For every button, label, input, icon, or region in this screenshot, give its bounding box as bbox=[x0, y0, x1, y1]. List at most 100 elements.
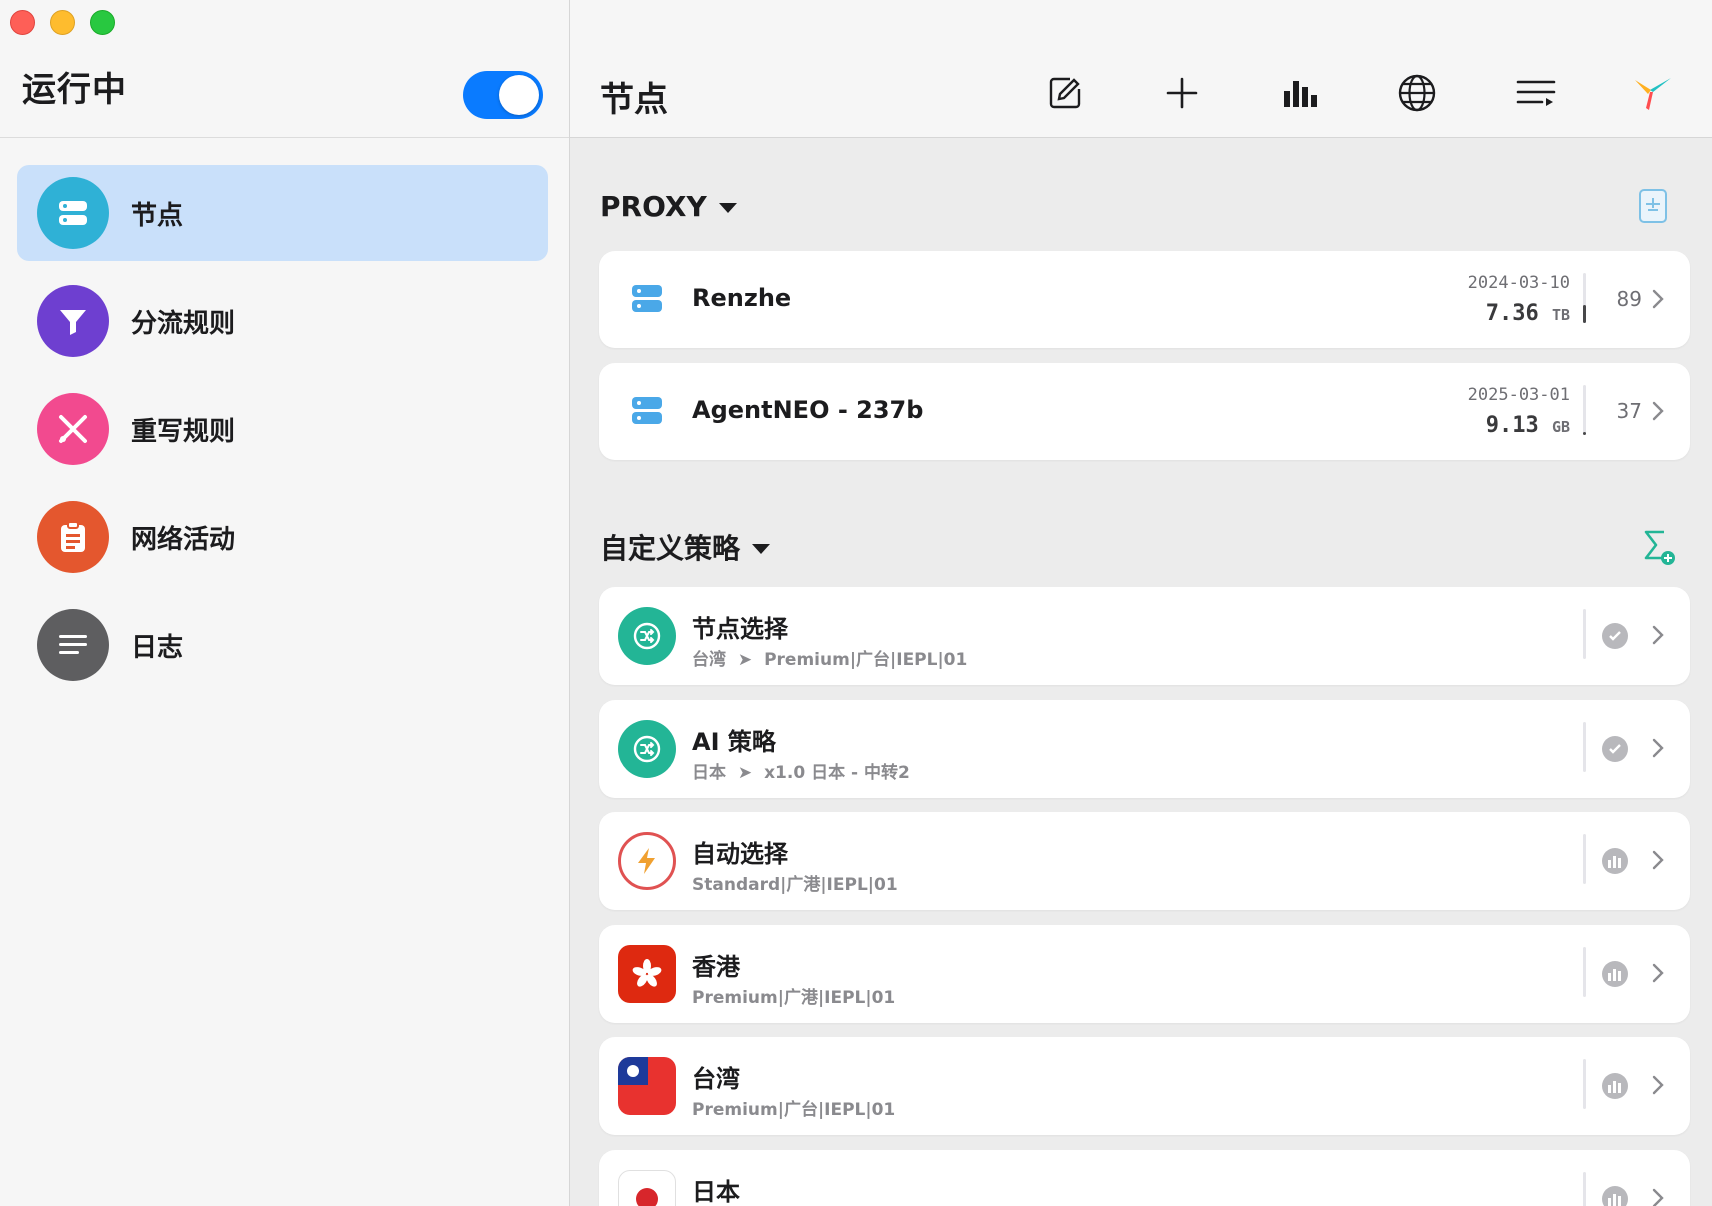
policy-section-header[interactable]: 自定义策略 bbox=[600, 527, 771, 567]
add-button[interactable] bbox=[1159, 70, 1205, 116]
bolt-icon bbox=[618, 832, 676, 890]
latency-bars-icon[interactable] bbox=[1602, 1186, 1628, 1206]
sidebar-item-rewrite[interactable]: 重写规则 bbox=[17, 381, 548, 477]
divider bbox=[1583, 1059, 1586, 1109]
filter-icon bbox=[37, 285, 109, 357]
sidebar-item-logs[interactable]: 日志 bbox=[17, 597, 548, 693]
divider bbox=[1583, 722, 1586, 772]
policy-path-from: 台湾 bbox=[692, 650, 726, 670]
caret-down-icon bbox=[752, 543, 771, 554]
close-window-button[interactable] bbox=[10, 10, 35, 35]
caret-down-icon bbox=[718, 203, 737, 213]
node-card[interactable]: Renzhe 2024-03-10 7.36 TB 89 bbox=[599, 251, 1690, 348]
policy-card[interactable]: 自动选择 Standard|广港|IEPL|01 bbox=[599, 812, 1690, 910]
toolbar: 节点 bbox=[570, 0, 1712, 138]
latency-bars-icon[interactable] bbox=[1602, 1073, 1628, 1099]
hk-flag-icon bbox=[618, 945, 676, 1003]
chevron-right-icon bbox=[1652, 401, 1664, 421]
proxy-toggle[interactable] bbox=[463, 71, 543, 119]
policy-name: AI 策略 bbox=[692, 728, 776, 756]
latency-bars-icon[interactable] bbox=[1602, 848, 1628, 874]
window-controls bbox=[10, 10, 115, 35]
latency-bars-icon[interactable] bbox=[1602, 961, 1628, 987]
shuffle-icon bbox=[618, 720, 676, 778]
sidebar-item-nodes[interactable]: 节点 bbox=[17, 165, 548, 261]
policy-path-to: Premium|广港|IEPL|01 bbox=[692, 988, 896, 1008]
node-count: 37 bbox=[1616, 399, 1642, 423]
node-name: AgentNEO - 237b bbox=[692, 396, 924, 424]
list-icon bbox=[1516, 80, 1556, 106]
toggle-knob bbox=[499, 75, 539, 115]
minimize-window-button[interactable] bbox=[50, 10, 75, 35]
policy-name: 日本 bbox=[692, 1178, 740, 1206]
chevron-right-icon bbox=[1652, 963, 1664, 983]
sidebar: 运行中 节点 分流规则 重写规则 网络活动 日志 bbox=[0, 0, 570, 1206]
globe-icon bbox=[1398, 74, 1436, 112]
clipboard-icon bbox=[37, 501, 109, 573]
app-window: 运行中 节点 分流规则 重写规则 网络活动 日志 节点 PROXY Renzhe… bbox=[0, 0, 1712, 1206]
server-icon bbox=[632, 285, 662, 317]
sidebar-item-label: 日志 bbox=[131, 632, 184, 663]
arrow-right-icon: ➤ bbox=[737, 763, 753, 783]
sidebar-item-rules[interactable]: 分流规则 bbox=[17, 273, 548, 369]
divider bbox=[1583, 947, 1586, 997]
node-traffic: 9.13 GB bbox=[1486, 413, 1570, 438]
divider bbox=[1583, 609, 1586, 659]
policy-section-title: 自定义策略 bbox=[600, 532, 741, 565]
sidebar-item-label: 网络活动 bbox=[131, 524, 236, 555]
app-logo-icon bbox=[1635, 78, 1671, 110]
policy-name: 台湾 bbox=[692, 1065, 740, 1093]
shuffle-icon bbox=[618, 607, 676, 665]
sigma-plus-icon bbox=[1644, 530, 1675, 565]
policy-path-to: Standard|广港|IEPL|01 bbox=[692, 875, 898, 895]
sidebar-item-activity[interactable]: 网络活动 bbox=[17, 489, 548, 585]
server-icon bbox=[37, 177, 109, 249]
node-traffic-unit: TB bbox=[1551, 306, 1570, 324]
bar-chart-icon bbox=[1284, 81, 1317, 107]
node-date: 2025-03-01 bbox=[1467, 385, 1570, 405]
chevron-right-icon bbox=[1652, 738, 1664, 758]
policy-name: 香港 bbox=[692, 953, 740, 981]
node-traffic: 7.36 TB bbox=[1486, 301, 1570, 326]
policy-name: 自动选择 bbox=[692, 840, 788, 868]
globe-button[interactable] bbox=[1394, 70, 1440, 116]
policy-card[interactable]: 日本 bbox=[599, 1150, 1690, 1206]
check-icon bbox=[1602, 736, 1628, 762]
main-panel: 节点 PROXY Renzhe 2024-03-10 7.36 TB 89 Ag… bbox=[570, 0, 1712, 1206]
node-name: Renzhe bbox=[692, 284, 792, 312]
policy-card[interactable]: AI 策略 日本 ➤ x1.0 日本 - 中转2 bbox=[599, 700, 1690, 798]
tw-flag-icon bbox=[618, 1057, 676, 1115]
document-icon[interactable] bbox=[1638, 188, 1668, 224]
edit-button[interactable] bbox=[1042, 70, 1088, 116]
stats-button[interactable] bbox=[1278, 70, 1324, 116]
policy-card[interactable]: 台湾 Premium|广台|IEPL|01 bbox=[599, 1037, 1690, 1135]
chevron-right-icon bbox=[1652, 625, 1664, 645]
chevron-right-icon bbox=[1652, 1075, 1664, 1095]
zoom-window-button[interactable] bbox=[90, 10, 115, 35]
server-icon bbox=[632, 397, 662, 429]
policy-card[interactable]: 节点选择 台湾 ➤ Premium|广台|IEPL|01 bbox=[599, 587, 1690, 685]
node-traffic-value: 7.36 bbox=[1485, 301, 1539, 326]
policy-path: 台湾 ➤ Premium|广台|IEPL|01 bbox=[692, 645, 967, 670]
add-policy-button[interactable] bbox=[1642, 528, 1676, 566]
list-button[interactable] bbox=[1513, 70, 1559, 116]
node-count: 89 bbox=[1616, 287, 1642, 311]
status-title: 运行中 bbox=[22, 70, 127, 110]
jp-flag-icon bbox=[618, 1170, 676, 1206]
node-card[interactable]: AgentNEO - 237b 2025-03-01 9.13 GB 37 bbox=[599, 363, 1690, 460]
divider bbox=[1583, 834, 1586, 884]
usage-bar bbox=[1583, 432, 1586, 435]
proxy-section-header[interactable]: PROXY bbox=[600, 190, 737, 223]
node-traffic-value: 9.13 bbox=[1485, 413, 1539, 438]
divider bbox=[0, 137, 569, 138]
policy-path-to: x1.0 日本 - 中转2 bbox=[764, 763, 910, 783]
chevron-right-icon bbox=[1652, 850, 1664, 870]
sidebar-item-label: 重写规则 bbox=[131, 416, 236, 447]
usage-track bbox=[1583, 385, 1586, 435]
node-traffic-unit: GB bbox=[1551, 418, 1570, 436]
chevron-right-icon bbox=[1652, 1188, 1664, 1206]
policy-card[interactable]: 香港 Premium|广港|IEPL|01 bbox=[599, 925, 1690, 1023]
policy-path: 日本 ➤ x1.0 日本 - 中转2 bbox=[692, 758, 910, 783]
proxy-section-title: PROXY bbox=[600, 190, 707, 223]
app-logo-button[interactable] bbox=[1630, 70, 1676, 116]
